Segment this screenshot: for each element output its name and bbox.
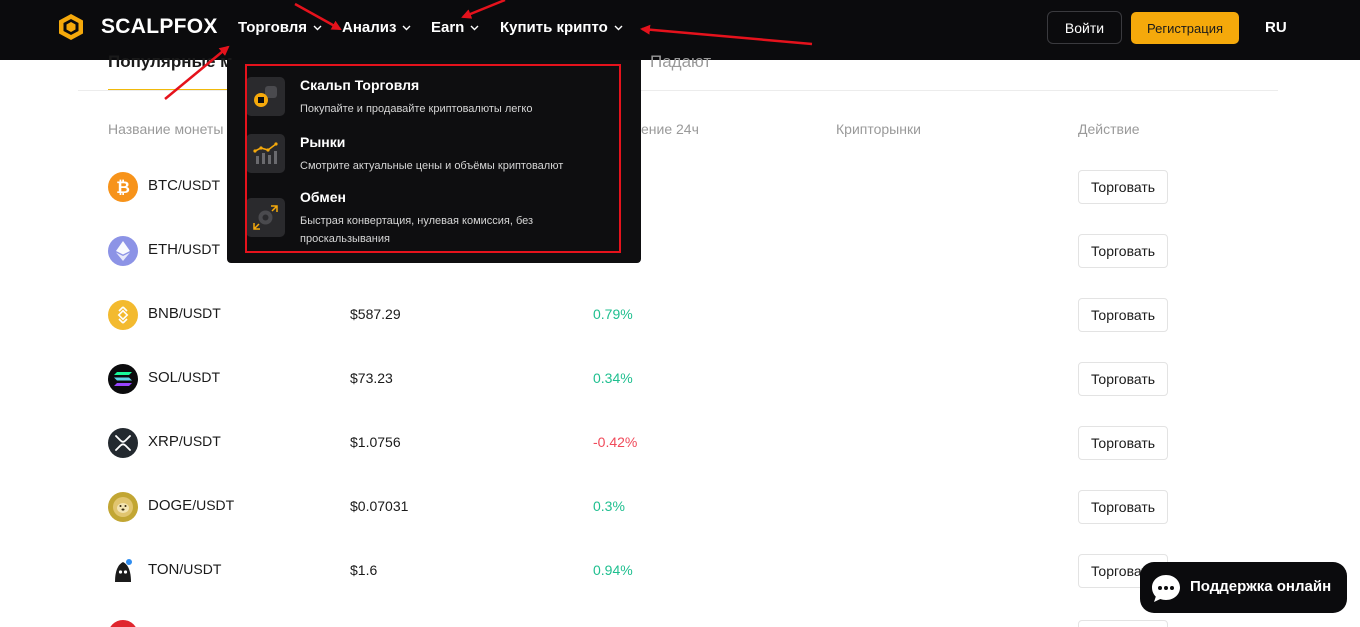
svg-text:₿: ₿ xyxy=(116,178,130,196)
coin-symbol: SOL xyxy=(148,369,179,386)
coin-symbol: BNB xyxy=(148,305,179,322)
trade-button[interactable]: Торговать xyxy=(1078,234,1168,268)
table-row[interactable]: ETH/USDT Торговать xyxy=(0,234,1360,300)
coin-price: $0.07031 xyxy=(350,498,409,514)
nav-analysis-label: Анализ xyxy=(342,19,397,36)
scalpfox-logo-icon xyxy=(59,14,83,40)
coin-price: $1.0756 xyxy=(350,434,401,450)
coin-pair: DOGE/USDT xyxy=(148,497,234,514)
chevron-down-icon xyxy=(614,25,623,30)
coin-symbol: XRP xyxy=(148,433,179,450)
nav-analysis[interactable]: Анализ xyxy=(342,19,411,36)
language-switch[interactable]: RU xyxy=(1265,19,1287,36)
column-header-action: Действие xyxy=(1078,121,1140,137)
nav-earn[interactable]: Earn xyxy=(431,19,479,36)
table-row[interactable]: BNB/USDT $587.29 0.79% Торговать xyxy=(0,298,1360,364)
coin-symbol: ETH xyxy=(148,241,178,258)
trade-button[interactable]: Торговать xyxy=(1078,362,1168,396)
doge-icon xyxy=(108,492,138,522)
coin-change: 0.94% xyxy=(593,562,633,578)
column-header-coin: Название монеты xyxy=(108,121,224,137)
nav-trading[interactable]: Торговля xyxy=(238,19,322,36)
chevron-down-icon xyxy=(402,25,411,30)
coin-pair: BNB/USDT xyxy=(148,305,221,322)
ton-icon xyxy=(108,556,138,586)
bnb-icon xyxy=(108,300,138,330)
column-header-markets: Крипторынки xyxy=(836,121,921,137)
column-header-change: ение 24ч xyxy=(641,121,699,137)
nav-trading-label: Торговля xyxy=(238,19,308,36)
coin-quote: /USDT xyxy=(178,177,220,193)
trade-button[interactable]: Торговать xyxy=(1078,490,1168,524)
support-label: Поддержка онлайн xyxy=(1190,578,1332,595)
coin-symbol: TON xyxy=(148,561,180,578)
coin-quote: /USDT xyxy=(178,369,221,385)
coin-pair: XRP/USDT xyxy=(148,433,221,450)
xrp-icon xyxy=(108,428,138,458)
tab-popular[interactable]: Популярные м xyxy=(108,52,233,72)
top-header: SCALPFOX Торговля Анализ Earn Купить кри… xyxy=(0,0,1360,60)
coin-pair: SOL/USDT xyxy=(148,369,220,386)
coin-quote: /USDT xyxy=(178,305,221,321)
table-row[interactable]: XRP/USDT $1.0756 -0.42% Торговать xyxy=(0,426,1360,492)
coin-price: $1.6 xyxy=(350,562,378,578)
coin-quote: /USDT xyxy=(192,497,235,513)
coin-symbol: DOGE xyxy=(148,497,193,514)
login-button[interactable]: Войти xyxy=(1047,11,1122,44)
coin-change: 0.3% xyxy=(593,498,625,514)
coin-change: 0.79% xyxy=(593,306,633,322)
table-row[interactable]: DOGE/USDT $0.07031 0.3% Торговать xyxy=(0,490,1360,556)
coin-change: -0.42% xyxy=(593,434,638,450)
trading-dropdown-menu: Скальп Торговля Покупайте и продавайте к… xyxy=(227,60,641,263)
coin-pair: ETH/USDT xyxy=(148,241,220,258)
coin-price: $587.29 xyxy=(350,306,401,322)
nav-buy-crypto-label: Купить крипто xyxy=(500,19,608,36)
coin-price: $73.23 xyxy=(350,370,393,386)
annotation-highlight-box xyxy=(245,64,621,253)
chevron-down-icon xyxy=(313,25,322,30)
coin-icon-partial xyxy=(108,620,138,627)
coin-symbol: BTC xyxy=(148,177,178,194)
coin-quote: /USDT xyxy=(178,433,221,449)
coin-change: 0.34% xyxy=(593,370,633,386)
trade-button[interactable]: Торговать xyxy=(1078,298,1168,332)
coin-pair: TON/USDT xyxy=(148,561,221,578)
nav-earn-label: Earn xyxy=(431,19,465,36)
brand-name: SCALPFOX xyxy=(101,15,218,38)
register-button[interactable]: Регистрация xyxy=(1131,12,1239,44)
table-row xyxy=(0,620,1360,627)
support-chat-button[interactable]: Поддержка онлайн xyxy=(1140,562,1347,613)
coin-quote: /USDT xyxy=(179,561,222,577)
chevron-down-icon xyxy=(470,25,479,30)
btc-icon: ₿ xyxy=(108,172,138,202)
eth-icon xyxy=(108,236,138,266)
tab-falling[interactable]: Падают xyxy=(650,52,711,72)
coin-pair: BTC/USDT xyxy=(148,177,220,194)
trade-button[interactable]: Торговать xyxy=(1078,426,1168,460)
chat-bubble-icon xyxy=(1152,575,1180,602)
table-row[interactable]: SOL/USDT $73.23 0.34% Торговать xyxy=(0,362,1360,428)
trade-button[interactable]: Торговать xyxy=(1078,170,1168,204)
trade-button[interactable] xyxy=(1078,620,1168,627)
brand-logo[interactable]: SCALPFOX xyxy=(58,13,218,41)
sol-icon xyxy=(108,364,138,394)
table-row[interactable]: ₿ BTC/USDT Торговать xyxy=(0,170,1360,236)
nav-buy-crypto[interactable]: Купить крипто xyxy=(500,19,623,36)
coin-quote: /USDT xyxy=(178,241,220,257)
